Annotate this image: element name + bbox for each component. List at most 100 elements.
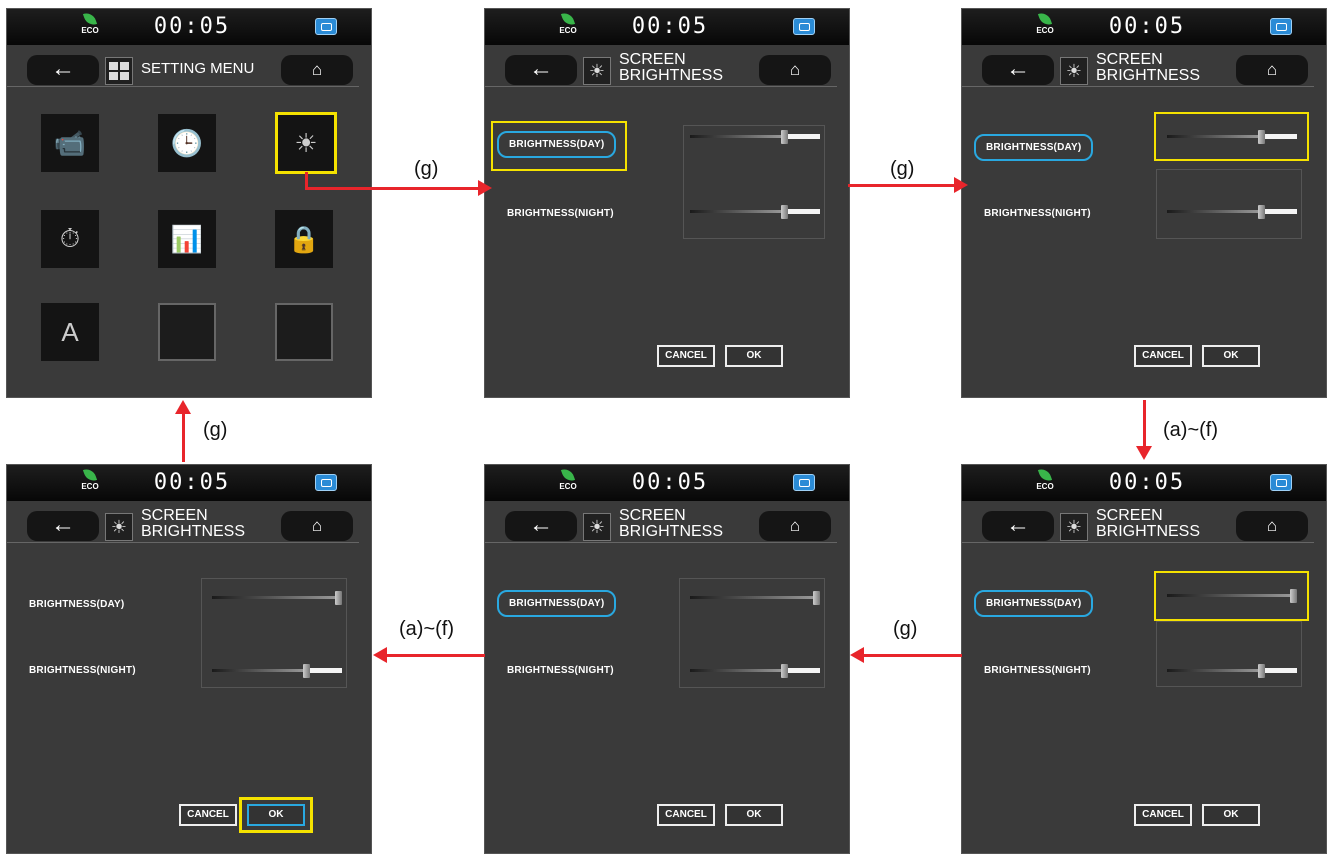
cancel-button[interactable]: CANCEL xyxy=(1134,804,1192,826)
eco-icon: ECO xyxy=(555,10,581,43)
night-slider[interactable] xyxy=(690,664,820,678)
brightness-screen-6: ECO 00:05 ← ☀ SCREEN BRIGHTNESS ⌂ BRIGHT… xyxy=(6,464,372,854)
brightness-night-label[interactable]: BRIGHTNESS(NIGHT) xyxy=(29,665,136,676)
day-slider[interactable] xyxy=(212,591,342,605)
arrow-head-right xyxy=(954,177,968,193)
arrow-label-g: (g) xyxy=(203,419,228,441)
clock-display: 00:05 xyxy=(631,470,709,495)
sun-icon: ☀ xyxy=(1060,57,1088,85)
eco-icon: ECO xyxy=(1032,466,1058,499)
back-button[interactable]: ← xyxy=(505,511,577,541)
home-button[interactable]: ⌂ xyxy=(1236,55,1308,85)
page-title: SCREEN BRIGHTNESS xyxy=(1096,507,1201,540)
day-slider[interactable] xyxy=(690,591,820,605)
brightness-screen-5: ECO 00:05 ← ☀ SCREEN BRIGHTNESS ⌂ BRIGHT… xyxy=(484,464,850,854)
cancel-button[interactable]: CANCEL xyxy=(179,804,237,826)
day-slider[interactable] xyxy=(690,130,820,144)
ok-button[interactable]: OK xyxy=(247,804,305,826)
home-button[interactable]: ⌂ xyxy=(759,55,831,85)
camera-icon[interactable]: 📹 xyxy=(41,114,99,172)
brightness-night-label[interactable]: BRIGHTNESS(NIGHT) xyxy=(984,208,1091,219)
night-slider[interactable] xyxy=(1167,664,1297,678)
ok-button[interactable]: OK xyxy=(725,804,783,826)
day-slider[interactable] xyxy=(1167,589,1297,603)
network-icon xyxy=(1270,474,1292,491)
brightness-screen-4: ECO 00:05 ← ☀ SCREEN BRIGHTNESS ⌂ BRIGHT… xyxy=(961,464,1327,854)
brightness-day-label[interactable]: BRIGHTNESS(DAY) xyxy=(974,590,1094,617)
header-divider xyxy=(7,86,359,87)
sun-icon: ☀ xyxy=(583,57,611,85)
network-icon xyxy=(793,474,815,491)
brightness-day-label[interactable]: BRIGHTNESS(DAY) xyxy=(29,599,124,610)
cancel-button[interactable]: CANCEL xyxy=(657,345,715,367)
sun-icon: ☀ xyxy=(1060,513,1088,541)
brightness-day-label[interactable]: BRIGHTNESS(DAY) xyxy=(497,131,617,158)
slider-panel xyxy=(1156,169,1302,239)
clock-display: 00:05 xyxy=(1108,14,1186,39)
night-slider[interactable] xyxy=(1167,205,1297,219)
arrow-label-g: (g) xyxy=(893,618,918,640)
arrow-head-down xyxy=(1136,446,1152,460)
network-icon xyxy=(315,474,337,491)
back-button[interactable]: ← xyxy=(27,55,99,85)
cancel-button[interactable]: CANCEL xyxy=(1134,345,1192,367)
arrow-label-g: (g) xyxy=(414,158,439,180)
brightness-night-label[interactable]: BRIGHTNESS(NIGHT) xyxy=(507,208,614,219)
eco-icon: ECO xyxy=(77,10,103,43)
page-title: SCREEN BRIGHTNESS xyxy=(619,51,724,84)
arrow-head-left xyxy=(850,647,864,663)
sun-icon: ☀ xyxy=(583,513,611,541)
page-title: SETTING MENU xyxy=(141,60,255,77)
menu-grid-icon xyxy=(105,57,133,85)
ok-button[interactable]: OK xyxy=(1202,345,1260,367)
night-slider[interactable] xyxy=(690,205,820,219)
status-bar: ECO 00:05 xyxy=(962,9,1326,45)
home-button[interactable]: ⌂ xyxy=(759,511,831,541)
clock-display: 00:05 xyxy=(631,14,709,39)
brightness-night-label[interactable]: BRIGHTNESS(NIGHT) xyxy=(984,665,1091,676)
clock-icon[interactable]: 🕒 xyxy=(158,114,216,172)
flow-arrow-right xyxy=(305,187,480,190)
cancel-button[interactable]: CANCEL xyxy=(657,804,715,826)
back-button[interactable]: ← xyxy=(982,55,1054,85)
arrow-head-left xyxy=(373,647,387,663)
clock-display: 00:05 xyxy=(153,14,231,39)
eco-icon: ECO xyxy=(555,466,581,499)
ok-button[interactable]: OK xyxy=(1202,804,1260,826)
arrow-label-af: (a)~(f) xyxy=(399,618,454,640)
night-slider[interactable] xyxy=(212,664,342,678)
page-title: SCREEN BRIGHTNESS xyxy=(141,507,246,540)
network-icon xyxy=(315,18,337,35)
eco-icon: ECO xyxy=(77,466,103,499)
status-bar: ECO 00:05 xyxy=(962,465,1326,501)
day-slider[interactable] xyxy=(1167,130,1297,144)
flow-arrow-left xyxy=(385,654,485,657)
timer-icon[interactable]: ⏱ xyxy=(41,210,99,268)
home-button[interactable]: ⌂ xyxy=(281,55,353,85)
brightness-day-label[interactable]: BRIGHTNESS(DAY) xyxy=(974,134,1094,161)
brightness-night-label[interactable]: BRIGHTNESS(NIGHT) xyxy=(507,665,614,676)
page-title: SCREEN BRIGHTNESS xyxy=(619,507,724,540)
status-bar: ECO 00:05 xyxy=(485,465,849,501)
language-icon[interactable]: A xyxy=(41,303,99,361)
volume-icon[interactable]: 📊 xyxy=(158,210,216,268)
status-bar: ECO 00:05 xyxy=(7,9,371,45)
empty-slot xyxy=(275,303,333,361)
network-icon xyxy=(793,18,815,35)
empty-slot xyxy=(158,303,216,361)
brightness-icon[interactable]: ☀ xyxy=(275,112,337,174)
password-icon[interactable]: 🔒 xyxy=(275,210,333,268)
back-button[interactable]: ← xyxy=(27,511,99,541)
brightness-day-label[interactable]: BRIGHTNESS(DAY) xyxy=(497,590,617,617)
arrow-label-af: (a)~(f) xyxy=(1163,419,1218,441)
header-divider xyxy=(485,86,837,87)
home-button[interactable]: ⌂ xyxy=(1236,511,1308,541)
arrow-head-up xyxy=(175,400,191,414)
back-button[interactable]: ← xyxy=(505,55,577,85)
back-button[interactable]: ← xyxy=(982,511,1054,541)
brightness-screen-3: ECO 00:05 ← ☀ SCREEN BRIGHTNESS ⌂ BRIGHT… xyxy=(961,8,1327,398)
clock-display: 00:05 xyxy=(1108,470,1186,495)
ok-button[interactable]: OK xyxy=(725,345,783,367)
eco-icon: ECO xyxy=(1032,10,1058,43)
home-button[interactable]: ⌂ xyxy=(281,511,353,541)
